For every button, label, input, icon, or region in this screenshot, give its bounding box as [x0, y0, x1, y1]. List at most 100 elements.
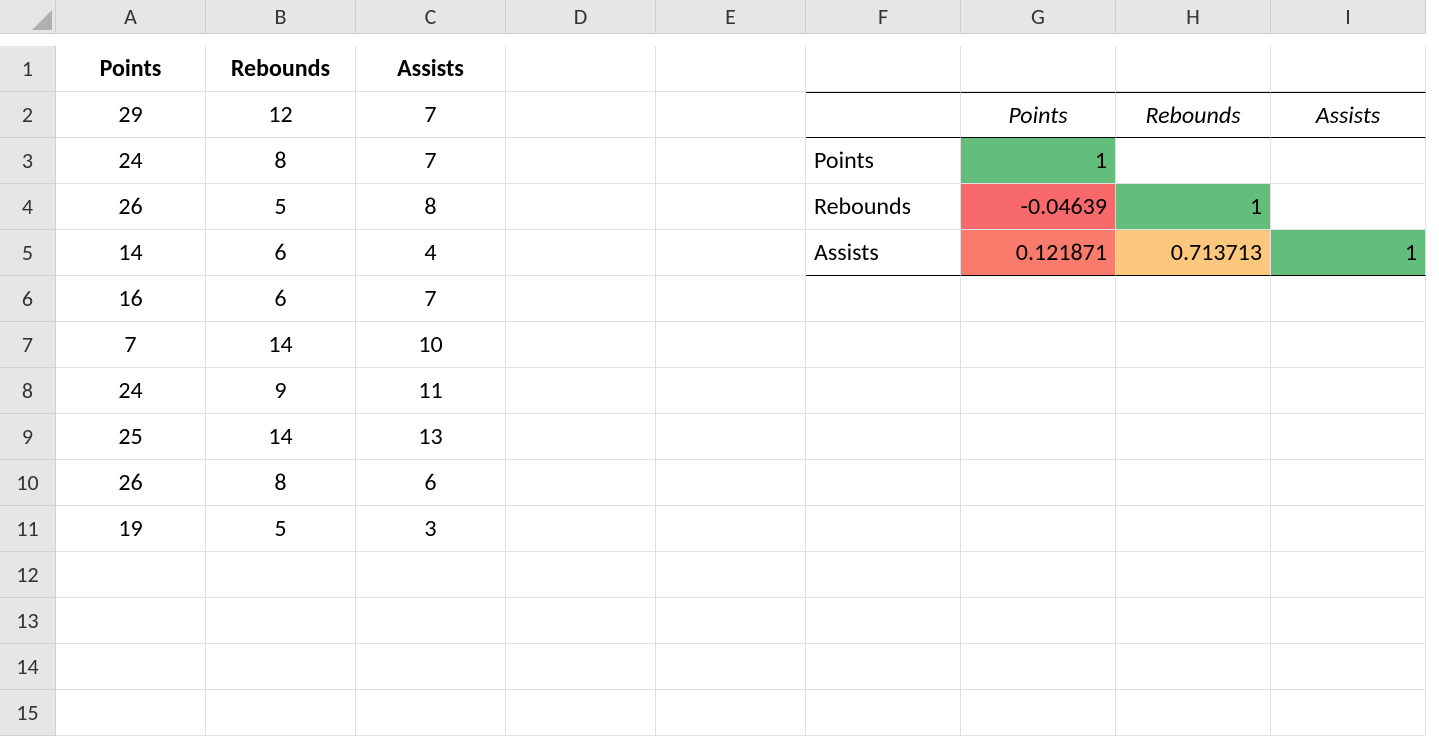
cell-C15[interactable]: [356, 690, 506, 736]
cell-I11[interactable]: [1271, 506, 1426, 552]
cell-I4[interactable]: [1271, 184, 1426, 230]
cell-B10[interactable]: 8: [206, 460, 356, 506]
cell-A15[interactable]: [56, 690, 206, 736]
row-header-11[interactable]: 11: [0, 506, 56, 552]
row-header-1[interactable]: 1: [0, 46, 56, 92]
cell-E3[interactable]: [656, 138, 806, 184]
cell-C2[interactable]: 7: [356, 92, 506, 138]
cell-D5[interactable]: [506, 230, 656, 276]
cell-I3[interactable]: [1271, 138, 1426, 184]
cell-C3[interactable]: 7: [356, 138, 506, 184]
cell-I13[interactable]: [1271, 598, 1426, 644]
cell-A4[interactable]: 26: [56, 184, 206, 230]
cell-E7[interactable]: [656, 322, 806, 368]
cell-E14[interactable]: [656, 644, 806, 690]
row-header-7[interactable]: 7: [0, 322, 56, 368]
cell-A11[interactable]: 19: [56, 506, 206, 552]
cell-F2[interactable]: [806, 92, 961, 138]
spreadsheet-grid[interactable]: A B C D E F G H I 1 Points Rebounds Assi…: [0, 0, 1439, 736]
cell-D15[interactable]: [506, 690, 656, 736]
cell-F1[interactable]: [806, 46, 961, 92]
cell-F6[interactable]: [806, 276, 961, 322]
select-all-corner[interactable]: [0, 0, 56, 34]
cell-F4[interactable]: Rebounds: [806, 184, 961, 230]
cell-I10[interactable]: [1271, 460, 1426, 506]
col-header-D[interactable]: D: [506, 0, 656, 34]
row-header-3[interactable]: 3: [0, 138, 56, 184]
cell-E6[interactable]: [656, 276, 806, 322]
cell-B6[interactable]: 6: [206, 276, 356, 322]
cell-E10[interactable]: [656, 460, 806, 506]
cell-G9[interactable]: [961, 414, 1116, 460]
cell-H7[interactable]: [1116, 322, 1271, 368]
cell-A13[interactable]: [56, 598, 206, 644]
cell-B4[interactable]: 5: [206, 184, 356, 230]
cell-D10[interactable]: [506, 460, 656, 506]
cell-B13[interactable]: [206, 598, 356, 644]
cell-B8[interactable]: 9: [206, 368, 356, 414]
cell-A12[interactable]: [56, 552, 206, 598]
cell-B9[interactable]: 14: [206, 414, 356, 460]
cell-F14[interactable]: [806, 644, 961, 690]
cell-D8[interactable]: [506, 368, 656, 414]
col-header-B[interactable]: B: [206, 0, 356, 34]
cell-D1[interactable]: [506, 46, 656, 92]
cell-C4[interactable]: 8: [356, 184, 506, 230]
cell-B15[interactable]: [206, 690, 356, 736]
col-header-I[interactable]: I: [1271, 0, 1426, 34]
cell-F10[interactable]: [806, 460, 961, 506]
cell-F7[interactable]: [806, 322, 961, 368]
cell-G2[interactable]: Points: [961, 92, 1116, 138]
row-header-14[interactable]: 14: [0, 644, 56, 690]
cell-E2[interactable]: [656, 92, 806, 138]
cell-F9[interactable]: [806, 414, 961, 460]
cell-H3[interactable]: [1116, 138, 1271, 184]
cell-B12[interactable]: [206, 552, 356, 598]
cell-I14[interactable]: [1271, 644, 1426, 690]
row-header-13[interactable]: 13: [0, 598, 56, 644]
cell-F5[interactable]: Assists: [806, 230, 961, 276]
cell-G15[interactable]: [961, 690, 1116, 736]
col-header-A[interactable]: A: [56, 0, 206, 34]
cell-G13[interactable]: [961, 598, 1116, 644]
row-header-12[interactable]: 12: [0, 552, 56, 598]
cell-E13[interactable]: [656, 598, 806, 644]
cell-F15[interactable]: [806, 690, 961, 736]
cell-C10[interactable]: 6: [356, 460, 506, 506]
cell-G8[interactable]: [961, 368, 1116, 414]
row-header-6[interactable]: 6: [0, 276, 56, 322]
cell-B11[interactable]: 5: [206, 506, 356, 552]
col-header-G[interactable]: G: [961, 0, 1116, 34]
row-header-4[interactable]: 4: [0, 184, 56, 230]
cell-B14[interactable]: [206, 644, 356, 690]
cell-C8[interactable]: 11: [356, 368, 506, 414]
cell-F12[interactable]: [806, 552, 961, 598]
cell-I15[interactable]: [1271, 690, 1426, 736]
cell-G5[interactable]: 0.121871: [961, 230, 1116, 276]
cell-D13[interactable]: [506, 598, 656, 644]
cell-E5[interactable]: [656, 230, 806, 276]
cell-E8[interactable]: [656, 368, 806, 414]
cell-I1[interactable]: [1271, 46, 1426, 92]
cell-F8[interactable]: [806, 368, 961, 414]
cell-H2[interactable]: Rebounds: [1116, 92, 1271, 138]
cell-H15[interactable]: [1116, 690, 1271, 736]
cell-G1[interactable]: [961, 46, 1116, 92]
cell-D9[interactable]: [506, 414, 656, 460]
cell-C7[interactable]: 10: [356, 322, 506, 368]
cell-A10[interactable]: 26: [56, 460, 206, 506]
cell-F3[interactable]: Points: [806, 138, 961, 184]
cell-A6[interactable]: 16: [56, 276, 206, 322]
col-header-C[interactable]: C: [356, 0, 506, 34]
cell-B1[interactable]: Rebounds: [206, 46, 356, 92]
cell-H9[interactable]: [1116, 414, 1271, 460]
cell-I5[interactable]: 1: [1271, 230, 1426, 276]
cell-D4[interactable]: [506, 184, 656, 230]
cell-A7[interactable]: 7: [56, 322, 206, 368]
row-header-8[interactable]: 8: [0, 368, 56, 414]
row-header-10[interactable]: 10: [0, 460, 56, 506]
cell-D7[interactable]: [506, 322, 656, 368]
cell-A3[interactable]: 24: [56, 138, 206, 184]
cell-D3[interactable]: [506, 138, 656, 184]
cell-H1[interactable]: [1116, 46, 1271, 92]
